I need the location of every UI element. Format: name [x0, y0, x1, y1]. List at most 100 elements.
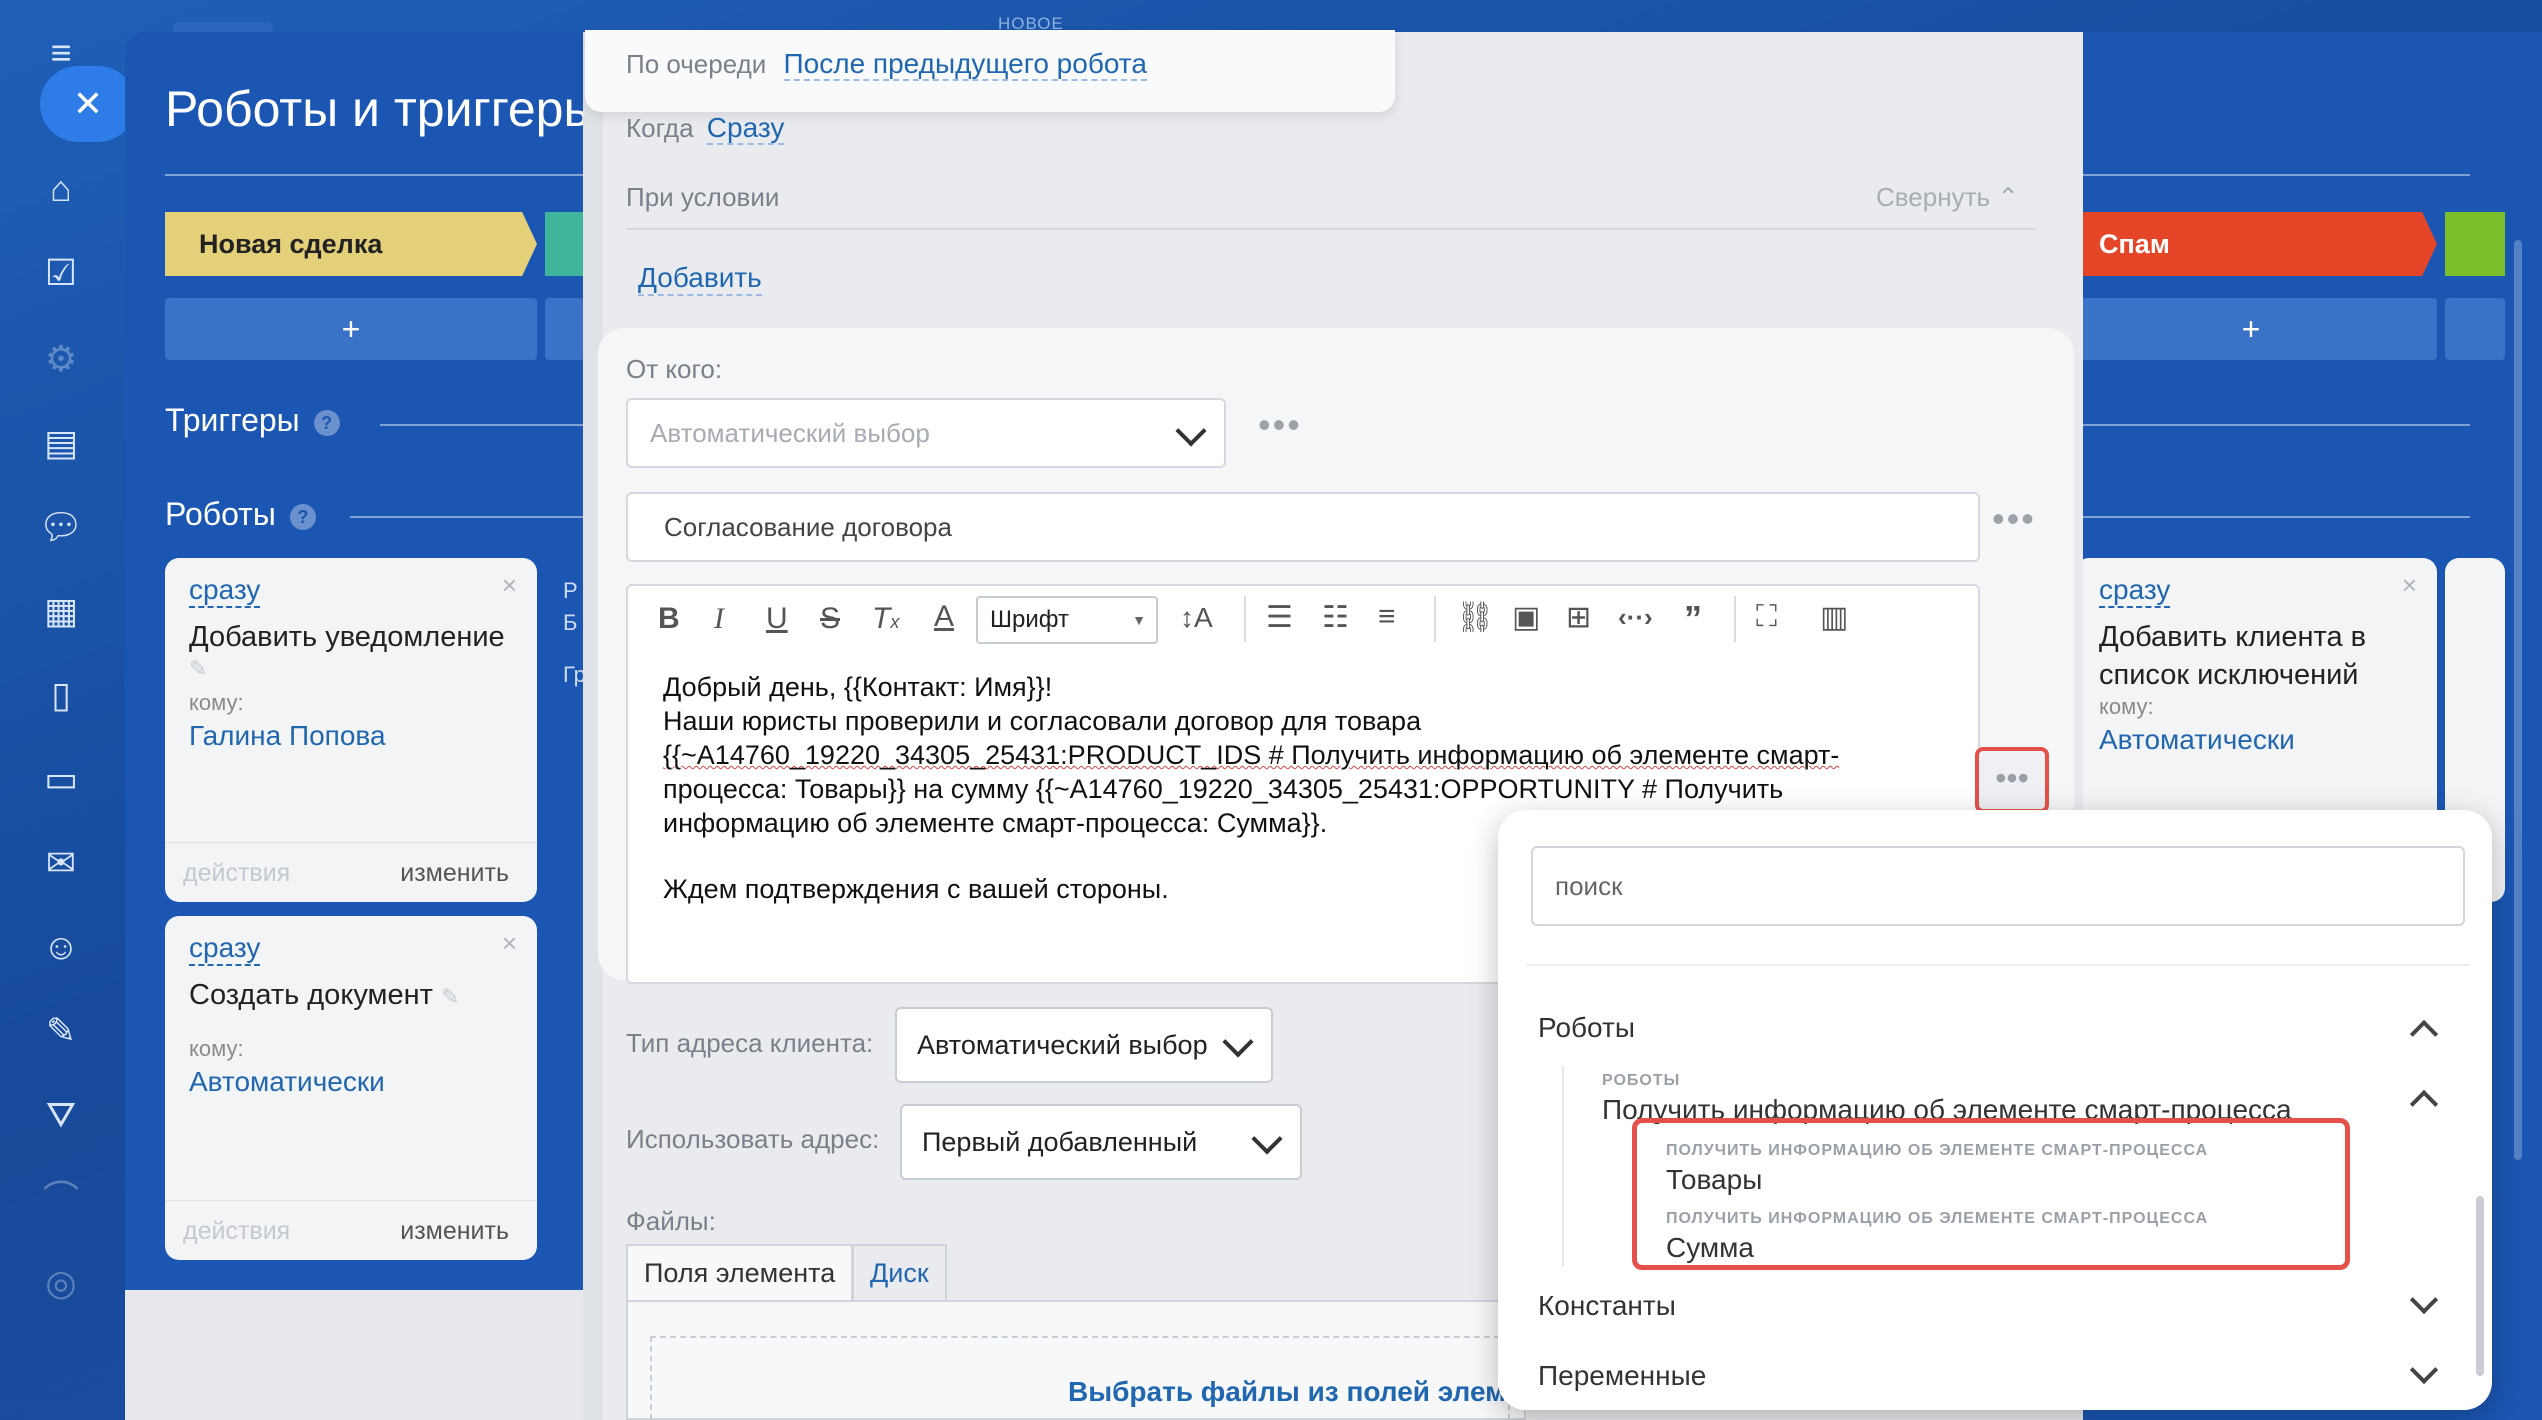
group-constants[interactable]: Константы — [1538, 1290, 1676, 1322]
strikethrough-icon[interactable]: S — [820, 602, 840, 636]
contacts-icon[interactable]: ☺ — [38, 924, 84, 970]
underline-icon[interactable]: U — [766, 602, 788, 636]
font-size-icon[interactable]: ↕A — [1180, 602, 1213, 634]
triggers-rule-right — [2080, 424, 2470, 426]
bold-icon[interactable]: B — [658, 602, 680, 636]
tasks-icon[interactable]: ☑ — [38, 250, 84, 296]
link-icon[interactable]: ⛓ — [1456, 600, 1494, 635]
html-mode-icon[interactable]: ▥ — [1820, 600, 1848, 635]
font-color-icon[interactable]: A — [934, 600, 954, 634]
pencil-icon[interactable]: ✎ — [441, 984, 459, 1009]
italic-icon[interactable]: I — [714, 602, 724, 636]
robot-recipient[interactable]: Автоматически — [2099, 724, 2413, 756]
body-line: {{~A14760_19220_34305_25431:PRODUCT_IDS … — [663, 740, 1840, 770]
when-label: Когда — [626, 113, 694, 143]
filter-icon[interactable]: ⛛ — [38, 1092, 84, 1138]
help-icon[interactable]: ? — [313, 409, 340, 436]
from-label: От кого: — [626, 354, 723, 384]
page-scrollbar[interactable] — [2514, 240, 2522, 1160]
numbered-list-icon[interactable]: ☰ — [1266, 600, 1293, 635]
close-icon[interactable]: × — [502, 928, 517, 959]
popup-scrollbar[interactable] — [2476, 1196, 2484, 1376]
subject-input[interactable]: Согласование договора — [626, 492, 1980, 562]
image-icon[interactable]: ▣ — [1512, 600, 1540, 635]
robot-actions-link[interactable]: действия — [183, 859, 290, 888]
robot-card-footer: действия изменить — [165, 842, 537, 902]
toolbar-divider — [1734, 596, 1736, 642]
tab-element-fields[interactable]: Поля элемента — [626, 1244, 854, 1302]
settings-icon[interactable]: ◎ — [38, 1260, 84, 1306]
pencil-icon[interactable]: ✎ — [189, 656, 513, 682]
help-icon[interactable]: ? — [289, 503, 316, 530]
close-icon[interactable]: × — [2402, 570, 2417, 601]
search-input[interactable]: поиск — [1531, 846, 2465, 926]
close-icon[interactable]: × — [502, 570, 517, 601]
group-variables[interactable]: Переменные — [1538, 1360, 1706, 1392]
tab-disk[interactable]: Диск — [852, 1244, 947, 1302]
bottom-bar — [125, 1290, 585, 1420]
code-icon[interactable]: ‹··› — [1618, 602, 1653, 633]
clear-format-icon[interactable]: Tx — [872, 602, 899, 636]
add-robot-button-last[interactable] — [2445, 298, 2505, 360]
queue-label: По очереди — [626, 49, 767, 79]
chevron-down-icon — [1175, 415, 1207, 447]
robot-edit-link[interactable]: изменить — [400, 1217, 509, 1246]
docs-icon[interactable]: ▯ — [38, 672, 84, 718]
from-select[interactable]: Автоматический выбор — [626, 398, 1226, 468]
more-icon[interactable]: ••• — [1992, 498, 2036, 540]
stage-success[interactable] — [2445, 212, 2505, 276]
robot-card[interactable]: × сразу Создать документ ✎ кому: Автомат… — [165, 916, 537, 1260]
close-slider-button[interactable]: ✕ — [40, 66, 136, 142]
robots-heading: Роботы? — [165, 496, 316, 533]
address-type-select[interactable]: Автоматический выбор — [895, 1007, 1273, 1083]
more-icon: ••• — [1995, 760, 2029, 796]
crm-icon[interactable]: ⚙ — [38, 336, 84, 382]
chat-icon[interactable]: 💬︎ — [38, 504, 84, 550]
group-robots[interactable]: Роботы — [1538, 1012, 1635, 1044]
condition-label: При условии — [626, 182, 780, 212]
mail-icon[interactable]: ✉ — [38, 840, 84, 886]
insert-field-button[interactable]: ••• — [1975, 747, 2049, 813]
add-robot-button-2[interactable] — [545, 298, 585, 360]
robot-edit-link[interactable]: изменить — [400, 859, 509, 888]
robot-when-link[interactable]: сразу — [189, 932, 261, 966]
bullet-list-icon[interactable]: ☷ — [1322, 600, 1349, 635]
when-value-link[interactable]: Сразу — [706, 112, 785, 145]
body-line: Добрый день, {{Контакт: Имя}}! — [663, 672, 1053, 702]
robot-recipient[interactable]: Автоматически — [189, 1066, 513, 1098]
robot-card-footer: действия изменить — [165, 1200, 537, 1260]
feed-icon[interactable]: ▤ — [38, 420, 84, 466]
add-robot-button-spam[interactable]: + — [2065, 298, 2437, 360]
add-robot-button-1[interactable]: + — [165, 298, 537, 360]
table-icon[interactable]: ⊞ — [1566, 600, 1591, 635]
chevron-up-icon: ⌃ — [1997, 182, 2020, 212]
more-icon[interactable]: ••• — [1258, 404, 1302, 446]
robot-title: Создать документ ✎ — [189, 976, 513, 1016]
collapse-toggle[interactable]: Свернуть ⌃ — [1876, 182, 2019, 213]
robot-title: Добавить уведомление — [189, 621, 505, 653]
quote-icon[interactable]: ” — [1684, 598, 1702, 640]
robot-card[interactable]: × сразу Добавить уведомление ✎ кому: Гал… — [165, 558, 537, 902]
calendar-icon[interactable]: ▦ — [38, 588, 84, 634]
robot-recipient[interactable]: Галина Попова — [189, 720, 513, 752]
sign-icon[interactable]: ✎ — [38, 1008, 84, 1054]
robot-when-link[interactable]: сразу — [189, 574, 261, 608]
add-condition-link[interactable]: Добавить — [638, 262, 762, 296]
align-icon[interactable]: ≡ — [1378, 600, 1396, 634]
stage-spam[interactable]: Спам — [2065, 212, 2437, 276]
stage-next[interactable] — [545, 212, 585, 276]
address-type-value: Автоматический выбор — [917, 1030, 1208, 1060]
font-select[interactable]: Шрифт ▼ — [976, 596, 1158, 644]
robot-when-link[interactable]: сразу — [2099, 574, 2171, 608]
use-address-select[interactable]: Первый добавленный — [900, 1104, 1302, 1180]
stage-new-deal[interactable]: Новая сделка — [165, 212, 537, 276]
robot-actions-link[interactable]: действия — [183, 1217, 290, 1246]
choose-files-link[interactable]: Выбрать файлы из полей элем — [1068, 1376, 1506, 1408]
queue-value-link[interactable]: После предыдущего робота — [783, 48, 1147, 81]
lock-icon[interactable]: ⌒ — [38, 1176, 84, 1222]
tree-line — [1562, 1066, 1564, 1266]
home-icon[interactable]: ⌂ — [38, 166, 84, 212]
card-icon[interactable]: ▭ — [38, 756, 84, 802]
robot-title-text: Создать документ — [189, 979, 433, 1011]
fullscreen-icon[interactable]: ⛶ — [1756, 600, 1777, 634]
